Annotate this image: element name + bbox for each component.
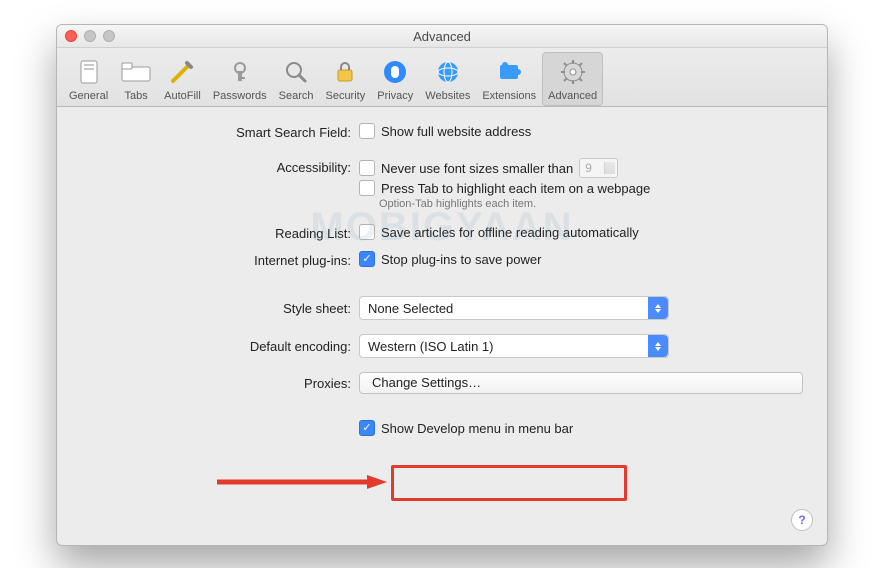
security-icon	[329, 56, 361, 88]
smart-search-label: Smart Search Field:	[81, 123, 359, 140]
preferences-window: Advanced General Tabs AutoFill Password	[56, 24, 828, 546]
checkbox-icon	[359, 160, 375, 176]
tab-tabs[interactable]: Tabs	[114, 52, 158, 106]
general-icon	[73, 56, 105, 88]
style-sheet-label: Style sheet:	[81, 301, 359, 316]
close-window-button[interactable]	[65, 30, 77, 42]
never-smaller-checkbox[interactable]: Never use font sizes smaller than 9	[359, 158, 803, 178]
tab-advanced[interactable]: Advanced	[542, 52, 603, 106]
annotation-highlight-box	[391, 465, 627, 501]
autofill-icon	[166, 56, 198, 88]
show-develop-text: Show Develop menu in menu bar	[381, 421, 573, 436]
show-develop-checkbox[interactable]: Show Develop menu in menu bar	[359, 420, 803, 436]
tab-search-label: Search	[279, 90, 314, 102]
default-encoding-value: Western (ISO Latin 1)	[368, 339, 493, 354]
window-title: Advanced	[413, 29, 471, 44]
titlebar: Advanced	[57, 25, 827, 48]
checkbox-icon	[359, 420, 375, 436]
passwords-icon	[224, 56, 256, 88]
reading-list-label: Reading List:	[81, 224, 359, 241]
default-encoding-select[interactable]: Western (ISO Latin 1)	[359, 334, 669, 358]
help-button[interactable]: ?	[791, 509, 813, 531]
tab-security-label: Security	[325, 90, 365, 102]
default-encoding-label: Default encoding:	[81, 339, 359, 354]
checkbox-icon	[359, 251, 375, 267]
tab-websites[interactable]: Websites	[419, 52, 476, 106]
stop-plugins-text: Stop plug-ins to save power	[381, 252, 541, 267]
gear-icon	[557, 56, 589, 88]
tab-extensions-label: Extensions	[482, 90, 536, 102]
tab-general-label: General	[69, 90, 108, 102]
tab-advanced-label: Advanced	[548, 90, 597, 102]
font-size-stepper[interactable]: 9	[579, 158, 618, 178]
extensions-icon	[493, 56, 525, 88]
select-arrow-icon	[648, 297, 668, 319]
tab-security[interactable]: Security	[319, 52, 371, 106]
traffic-lights	[65, 30, 115, 42]
tab-extensions[interactable]: Extensions	[476, 52, 542, 106]
privacy-icon	[379, 56, 411, 88]
style-sheet-select[interactable]: None Selected	[359, 296, 669, 320]
tab-websites-label: Websites	[425, 90, 470, 102]
proxies-label: Proxies:	[81, 376, 359, 391]
change-settings-button[interactable]: Change Settings…	[359, 372, 803, 394]
checkbox-icon	[359, 180, 375, 196]
tab-privacy[interactable]: Privacy	[371, 52, 419, 106]
tabs-icon	[120, 56, 152, 88]
advanced-pane: Smart Search Field: Show full website ad…	[57, 107, 827, 462]
tab-tabs-label: Tabs	[125, 90, 148, 102]
show-full-url-checkbox[interactable]: Show full website address	[359, 123, 803, 139]
tab-autofill[interactable]: AutoFill	[158, 52, 207, 106]
show-full-url-text: Show full website address	[381, 124, 531, 139]
checkbox-icon	[359, 224, 375, 240]
accessibility-label: Accessibility:	[81, 158, 359, 175]
internet-plugins-label: Internet plug-ins:	[81, 251, 359, 268]
option-tab-note: Option-Tab highlights each item.	[379, 198, 803, 210]
save-offline-text: Save articles for offline reading automa…	[381, 225, 639, 240]
checkbox-icon	[359, 123, 375, 139]
annotation-arrow-icon	[217, 475, 387, 489]
stop-plugins-checkbox[interactable]: Stop plug-ins to save power	[359, 251, 803, 267]
style-sheet-value: None Selected	[368, 301, 453, 316]
tab-passwords-label: Passwords	[213, 90, 267, 102]
never-smaller-text: Never use font sizes smaller than	[381, 161, 573, 176]
press-tab-text: Press Tab to highlight each item on a we…	[381, 181, 650, 196]
press-tab-checkbox[interactable]: Press Tab to highlight each item on a we…	[359, 180, 803, 196]
search-icon	[280, 56, 312, 88]
minimize-window-button[interactable]	[84, 30, 96, 42]
tab-autofill-label: AutoFill	[164, 90, 201, 102]
tab-search[interactable]: Search	[273, 52, 320, 106]
toolbar: General Tabs AutoFill Passwords Search	[57, 48, 827, 107]
websites-icon	[432, 56, 464, 88]
tab-general[interactable]: General	[63, 52, 114, 106]
tab-passwords[interactable]: Passwords	[207, 52, 273, 106]
select-arrow-icon	[648, 335, 668, 357]
maximize-window-button[interactable]	[103, 30, 115, 42]
save-offline-checkbox[interactable]: Save articles for offline reading automa…	[359, 224, 803, 240]
tab-privacy-label: Privacy	[377, 90, 413, 102]
